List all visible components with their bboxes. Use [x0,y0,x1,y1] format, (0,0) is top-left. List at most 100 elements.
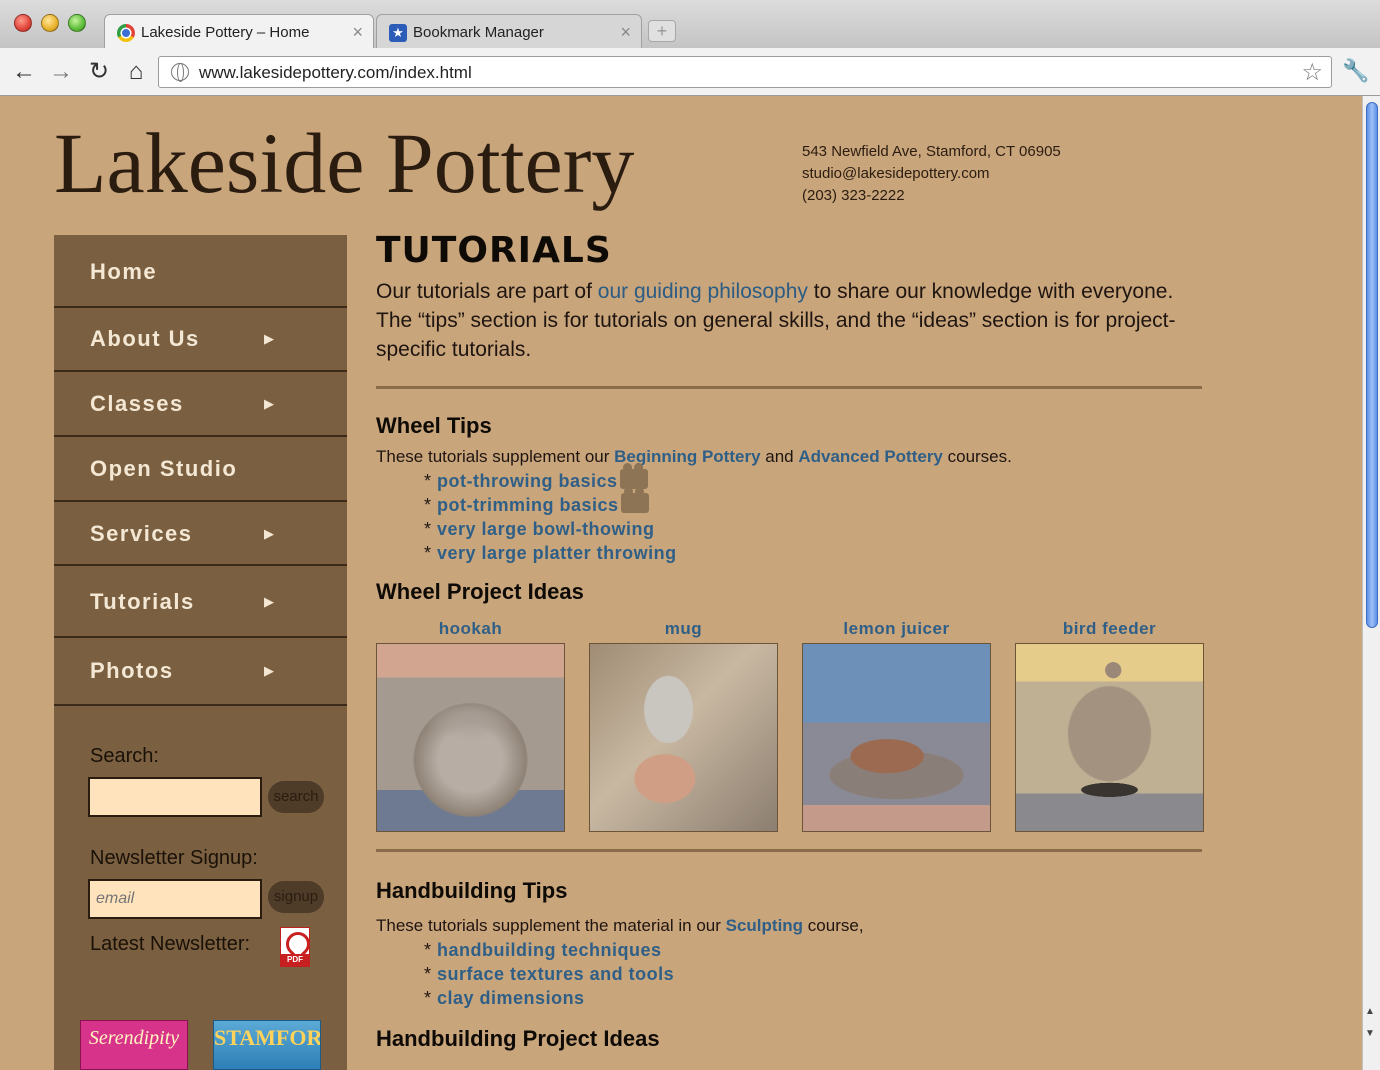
menu-item-photos[interactable]: Photos ▶ [54,638,347,706]
latest-newsletter-label: Latest Newsletter: [90,933,251,955]
stamford-badge[interactable]: STAMFORD [213,1020,321,1070]
desc-text: These tutorials supplement our [376,447,615,466]
tab-lakeside-pottery[interactable]: Lakeside Pottery – Home × [104,14,374,48]
menu-item-services[interactable]: Services ▶ [54,502,347,566]
minimize-window-button[interactable] [41,14,59,32]
menu-item-classes[interactable]: Classes ▶ [54,372,347,437]
large-bowl-throwing-link[interactable]: very large bowl-thowing [437,519,655,539]
signup-button[interactable]: signup [268,881,324,913]
video-camera-icon [619,463,648,489]
surface-textures-link[interactable]: surface textures and tools [437,964,674,984]
lemon-juicer-photo[interactable] [802,643,991,832]
divider [376,849,1202,852]
mug-photo[interactable] [589,643,778,832]
list-item: * pot-throwing basics [424,463,1206,493]
project-card-bird-feeder[interactable]: bird feeder [1015,619,1204,832]
bookmark-star-icon[interactable]: ☆ [1301,58,1323,87]
badge-text: STAMFORD [214,1025,321,1050]
zoom-window-button[interactable] [68,14,86,32]
philosophy-link[interactable]: our guiding philosophy [598,280,808,303]
submenu-arrow-icon: ▶ [264,663,274,678]
badge-text: Serendipity [88,1027,180,1049]
phone: (203) 323-2222 [802,187,905,204]
bird-feeder-photo[interactable] [1015,643,1204,832]
desc-text: course, [803,916,864,935]
email-field[interactable] [88,879,262,919]
menu-item-about-us[interactable]: About Us ▶ [54,308,347,372]
hookah-photo[interactable] [376,643,565,832]
search-button[interactable]: search [268,781,324,813]
menu-label: Tutorials [90,589,195,614]
forward-arrow-icon[interactable]: → [47,58,75,86]
project-caption[interactable]: mug [589,619,778,639]
divider [376,386,1202,389]
advanced-pottery-link[interactable]: Advanced Pottery [798,447,943,466]
main-content: TUTORIALS Our tutorials are part of our … [376,230,1206,1052]
list-item: * clay dimensions [424,988,585,1008]
site-logo-title[interactable]: Lakeside Pottery [54,120,634,206]
close-tab-icon[interactable]: × [620,22,631,43]
scroll-up-arrow-icon[interactable]: ▲ [1365,1006,1375,1017]
wrench-menu-icon[interactable]: 🔧 [1342,58,1369,84]
chrome-favicon-icon [117,24,135,42]
project-caption[interactable]: lemon juicer [802,619,991,639]
url-text[interactable]: www.lakesidepottery.com/index.html [199,63,472,83]
close-tab-icon[interactable]: × [352,22,363,43]
project-caption[interactable]: hookah [376,619,565,639]
serendipity-badge[interactable]: Serendipity [80,1020,188,1070]
tab-title: Bookmark Manager [413,24,544,41]
handbuilding-project-ideas-title: Handbuilding Project Ideas [376,1026,660,1051]
project-caption[interactable]: bird feeder [1015,619,1204,639]
browser-toolbar: ← → ↻ ⌂ www.lakesidepottery.com/index.ht… [0,48,1380,96]
menu-item-tutorials[interactable]: Tutorials ▶ [54,566,347,638]
project-card-lemon-juicer[interactable]: lemon juicer [802,619,991,832]
reload-icon[interactable]: ↻ [85,58,113,86]
close-window-button[interactable] [14,14,32,32]
pot-throwing-basics-link[interactable]: pot-throwing basics [437,471,618,491]
submenu-arrow-icon: ▶ [264,594,274,609]
menu-item-home[interactable]: Home [54,235,347,308]
scrollbar-thumb[interactable] [1366,102,1378,628]
wheel-tips-title: Wheel Tips [376,413,492,438]
menu-item-open-studio[interactable]: Open Studio [54,437,347,502]
pot-trimming-basics-link[interactable]: pot-trimming basics [437,495,619,515]
pdf-icon[interactable]: PDF [280,927,310,967]
tab-strip: Lakeside Pottery – Home × ★ Bookmark Man… [0,0,1380,48]
sidebar: Home About Us ▶ Classes ▶ Open Studio Se… [54,235,347,1070]
project-card-hookah[interactable]: hookah [376,619,565,832]
scroll-down-arrow-icon[interactable]: ▼ [1365,1028,1375,1039]
list-item: * handbuilding techniques [424,940,662,960]
globe-icon [171,63,189,82]
sculpting-link[interactable]: Sculpting [726,916,803,935]
list-item: * very large platter throwing [424,543,677,563]
home-icon[interactable]: ⌂ [122,58,150,86]
address-bar[interactable]: www.lakesidepottery.com/index.html ☆ [158,56,1332,88]
list-item: * pot-trimming basics [424,487,1206,517]
project-card-mug[interactable]: mug [589,619,778,832]
beginning-pottery-link[interactable]: Beginning Pottery [614,447,760,466]
desc-text: and [760,447,799,466]
handbuilding-techniques-link[interactable]: handbuilding techniques [437,940,662,960]
handbuilding-tips-description: These tutorials supplement the material … [376,916,1206,936]
new-tab-button[interactable]: + [648,20,676,42]
menu-label: Photos [90,658,174,683]
wheel-project-gallery: hookah mug lemon juicer bird feeder [376,619,1206,832]
large-platter-throwing-link[interactable]: very large platter throwing [437,543,677,563]
page-title: TUTORIALS [376,230,612,271]
clay-dimensions-link[interactable]: clay dimensions [437,988,585,1008]
page-viewport: Lakeside Pottery 543 Newfield Ave, Stamf… [0,96,1362,1070]
video-camera-icon [620,487,649,513]
email[interactable]: studio@lakesidepottery.com [802,163,1061,185]
tab-bookmark-manager[interactable]: ★ Bookmark Manager × [376,14,642,48]
handbuilding-tips-title: Handbuilding Tips [376,878,568,903]
list-item: * surface textures and tools [424,964,675,984]
contact-info: 543 Newfield Ave, Stamford, CT 06905 stu… [802,141,1061,207]
search-input[interactable] [88,777,262,817]
wheel-tips-list: * pot-throwing basics * pot-trimming bas… [424,463,1206,565]
vertical-scrollbar[interactable]: ▲ ▼ [1362,96,1380,1070]
back-arrow-icon[interactable]: ← [10,58,38,86]
menu-label: Open Studio [90,456,238,481]
menu-label: Classes [90,391,184,416]
menu-label: Services [90,521,193,546]
menu-label: Home [90,259,158,284]
